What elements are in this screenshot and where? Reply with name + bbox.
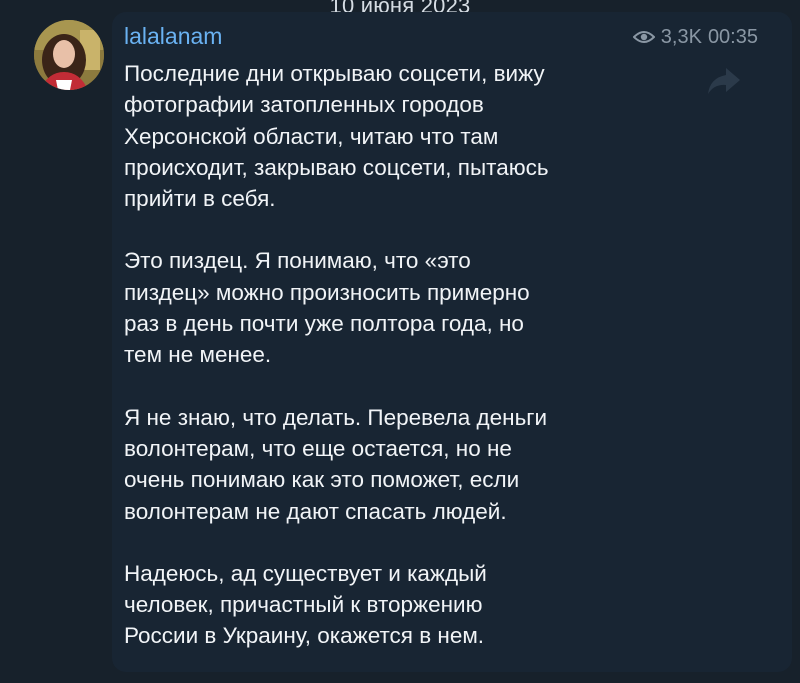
author-name[interactable]: lalalanam bbox=[124, 22, 222, 50]
message-paragraph-4: Надеюсь, ад существует и каждый человек,… bbox=[124, 560, 487, 649]
author-avatar[interactable] bbox=[34, 20, 104, 90]
message-time: 00:35 bbox=[707, 26, 758, 48]
message-text: Последние дни открываю соцсети, вижу фот… bbox=[124, 58, 684, 683]
views-count: 3,3K bbox=[660, 26, 702, 48]
message-paragraph-3: Я не знаю, что делать. Перевела деньги в… bbox=[124, 404, 548, 524]
share-arrow-icon[interactable] bbox=[706, 66, 742, 101]
message-paragraph-2: Это пиздец. Я понимаю, что «это пиздец» … bbox=[124, 248, 530, 368]
message-meta: 3,3K 00:35 bbox=[632, 24, 758, 50]
avatar-photo bbox=[34, 20, 104, 90]
eye-icon bbox=[632, 29, 655, 45]
message-paragraph-1: Последние дни открываю соцсети, вижу фот… bbox=[124, 61, 549, 212]
